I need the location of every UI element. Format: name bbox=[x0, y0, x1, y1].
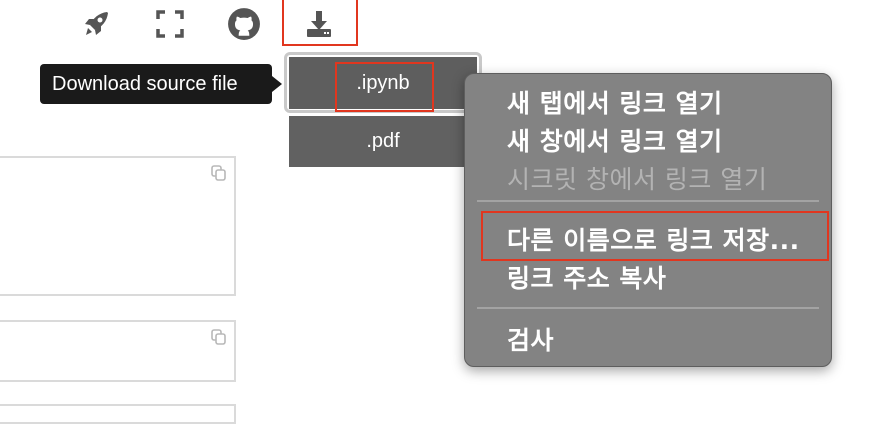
tooltip-arrow bbox=[272, 76, 282, 92]
download-icon-highlight bbox=[282, 0, 358, 46]
code-cell bbox=[0, 404, 236, 424]
copy-link-address[interactable]: 링크 주소 복사 bbox=[507, 259, 666, 295]
menu-separator bbox=[477, 307, 819, 309]
open-link-new-tab[interactable]: 새 탭에서 링크 열기 bbox=[507, 84, 723, 120]
menu-separator bbox=[477, 200, 819, 202]
tooltip: Download source file bbox=[40, 64, 272, 104]
code-cell bbox=[0, 320, 236, 382]
copy-icon[interactable] bbox=[210, 164, 228, 182]
ipynb-highlight bbox=[335, 62, 434, 112]
download-pdf-label: .pdf bbox=[366, 130, 400, 152]
fullscreen-icon[interactable] bbox=[152, 6, 188, 42]
tooltip-text: Download source file bbox=[52, 72, 238, 95]
download-pdf-item[interactable]: .pdf bbox=[289, 116, 477, 167]
code-cell bbox=[0, 156, 236, 296]
open-link-incognito: 시크릿 창에서 링크 열기 bbox=[507, 165, 768, 194]
github-icon[interactable] bbox=[226, 6, 262, 42]
open-link-new-window[interactable]: 새 창에서 링크 열기 bbox=[507, 122, 723, 158]
inspect[interactable]: 검사 bbox=[507, 321, 554, 357]
save-link-as-highlight bbox=[481, 211, 829, 261]
copy-icon[interactable] bbox=[210, 328, 228, 346]
rocket-icon[interactable] bbox=[78, 6, 114, 42]
